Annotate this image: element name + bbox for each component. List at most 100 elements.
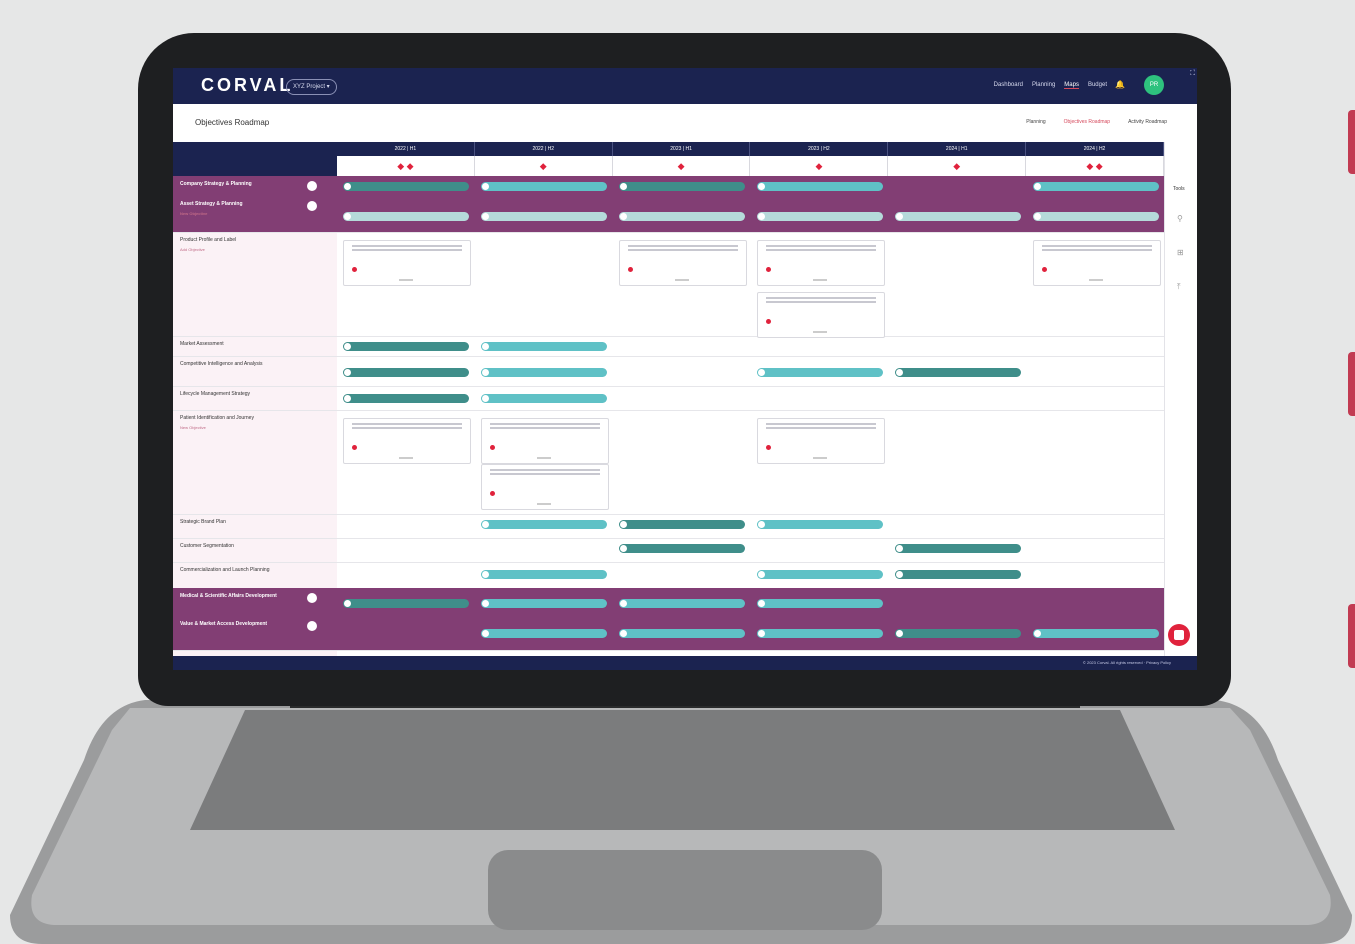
row-label: Commercialization and Launch Planning	[180, 567, 270, 573]
nav-budget[interactable]: Budget	[1088, 82, 1107, 89]
objective-bar[interactable]	[481, 368, 607, 377]
objective-bar[interactable]	[343, 394, 469, 403]
objective-card[interactable]	[757, 418, 885, 464]
objective-bar[interactable]	[343, 342, 469, 351]
tools-panel: Tools ⚲ ⊞ ⤒	[1164, 142, 1197, 656]
avatar[interactable]: PR	[1144, 75, 1164, 95]
expand-icon[interactable]	[307, 201, 317, 211]
objective-card[interactable]	[343, 418, 471, 464]
roadmap-row[interactable]: Lifecycle Management Strategy	[173, 386, 1164, 411]
tab-planning[interactable]: Planning	[1026, 119, 1045, 125]
objective-bar[interactable]	[895, 212, 1021, 221]
period-header-cell: 2024 | H2	[1026, 142, 1164, 156]
row-label: Competitive Intelligence and Analysis	[180, 361, 263, 367]
period-header-cell: 2024 | H1	[888, 142, 1027, 156]
objective-bar[interactable]	[895, 629, 1021, 638]
row-sub[interactable]: Add Objective	[180, 247, 320, 252]
objective-bar[interactable]	[343, 368, 469, 377]
milestone-row: ◆ ◆ ◆ ◆ ◆ ◆ ◆ ◆	[337, 156, 1164, 176]
expand-icon[interactable]: ⛶	[1190, 70, 1195, 78]
objective-bar[interactable]	[1033, 182, 1159, 191]
objective-bar[interactable]	[481, 182, 607, 191]
objective-bar[interactable]	[343, 182, 469, 191]
objective-bar[interactable]	[757, 599, 883, 608]
objective-bar[interactable]	[757, 368, 883, 377]
objective-bar[interactable]	[1033, 212, 1159, 221]
objective-bar[interactable]	[619, 520, 745, 529]
roadmap-row[interactable]: Patient Identification and Journey New Ob…	[173, 410, 1164, 515]
row-label: Company Strategy & Planning	[180, 181, 252, 187]
expand-icon[interactable]	[307, 181, 317, 191]
laptop-base	[10, 700, 1352, 944]
project-selector[interactable]: XYZ Project ▾	[286, 79, 337, 95]
row-label: Market Assessment	[180, 341, 224, 347]
row-label: Customer Segmentation	[180, 543, 234, 549]
objective-bar[interactable]	[757, 520, 883, 529]
page-title: Objectives Roadmap	[195, 118, 270, 127]
nav-planning[interactable]: Planning	[1032, 82, 1055, 89]
objective-bar[interactable]	[619, 599, 745, 608]
objective-bar[interactable]	[619, 544, 745, 553]
nav-dashboard[interactable]: Dashboard	[994, 82, 1023, 89]
edge-tab-2	[1348, 352, 1355, 416]
milestone-cell: ◆	[750, 156, 889, 176]
milestone-cell: ◆ ◆	[337, 156, 475, 176]
objective-bar[interactable]	[343, 599, 469, 608]
objective-bar[interactable]	[481, 599, 607, 608]
objective-bar[interactable]	[481, 520, 607, 529]
row-sub[interactable]: New Objective	[180, 211, 320, 216]
objective-card[interactable]	[1033, 240, 1161, 286]
milestone-cell: ◆	[613, 156, 751, 176]
page-header: Objectives Roadmap Planning Objectives R…	[173, 104, 1197, 143]
objective-bar[interactable]	[619, 629, 745, 638]
objective-bar[interactable]	[757, 182, 883, 191]
chat-icon[interactable]	[1168, 624, 1190, 646]
row-label-text: Patient Identification and Journey	[180, 415, 254, 421]
row-label: Product Profile and Label Add Objective	[180, 237, 320, 252]
objective-bar[interactable]	[619, 212, 745, 221]
tab-objectives-roadmap[interactable]: Objectives Roadmap	[1064, 119, 1110, 125]
row-label: Lifecycle Management Strategy	[180, 391, 251, 397]
objective-bar[interactable]	[895, 544, 1021, 553]
expand-icon[interactable]	[307, 621, 317, 631]
objective-card[interactable]	[619, 240, 747, 286]
objective-bar[interactable]	[895, 570, 1021, 579]
objective-card[interactable]	[343, 240, 471, 286]
objective-card[interactable]	[757, 292, 885, 338]
objective-bar[interactable]	[481, 342, 607, 351]
objective-bar[interactable]	[619, 182, 745, 191]
grid-icon[interactable]: ⊞	[1177, 248, 1184, 257]
top-nav: Dashboard Planning Maps Budget	[994, 82, 1107, 89]
objective-bar[interactable]	[481, 394, 607, 403]
objective-bar[interactable]	[757, 212, 883, 221]
roadmap-row[interactable]: Market Assessment	[173, 336, 1164, 357]
objective-card[interactable]	[481, 464, 609, 510]
period-header-cell: 2022 | H1	[337, 142, 475, 156]
bell-icon[interactable]: 🔔	[1115, 80, 1125, 89]
objective-card[interactable]	[757, 240, 885, 286]
objective-bar[interactable]	[757, 570, 883, 579]
top-navbar: CORVAL XYZ Project ▾ Dashboard Planning …	[173, 68, 1197, 104]
objective-bar[interactable]	[343, 212, 469, 221]
footer-copyright[interactable]: © 2023 Corval. All rights reserved · Pri…	[1083, 660, 1171, 665]
objective-bar[interactable]	[895, 368, 1021, 377]
corval-logo[interactable]: CORVAL	[201, 75, 293, 96]
row-label-text: Asset Strategy & Planning	[180, 201, 243, 207]
objective-bar[interactable]	[481, 629, 607, 638]
export-icon[interactable]: ⤒	[1177, 282, 1181, 292]
tab-activity-roadmap[interactable]: Activity Roadmap	[1128, 119, 1167, 125]
objective-bar[interactable]	[481, 570, 607, 579]
row-labels-header	[173, 142, 337, 176]
objective-bar[interactable]	[481, 212, 607, 221]
period-header-cell: 2023 | H1	[613, 142, 751, 156]
objective-card[interactable]	[481, 418, 609, 464]
milestone-cell: ◆	[475, 156, 613, 176]
filter-icon[interactable]: ⚲	[1177, 214, 1183, 223]
row-sub[interactable]: New Objective	[180, 425, 320, 430]
objective-bar[interactable]	[1033, 629, 1159, 638]
nav-maps[interactable]: Maps	[1064, 82, 1079, 89]
objective-bar[interactable]	[757, 629, 883, 638]
expand-icon[interactable]	[307, 593, 317, 603]
milestone-cell: ◆	[888, 156, 1027, 176]
row-label: Medical & Scientific Affairs Development	[180, 593, 277, 599]
